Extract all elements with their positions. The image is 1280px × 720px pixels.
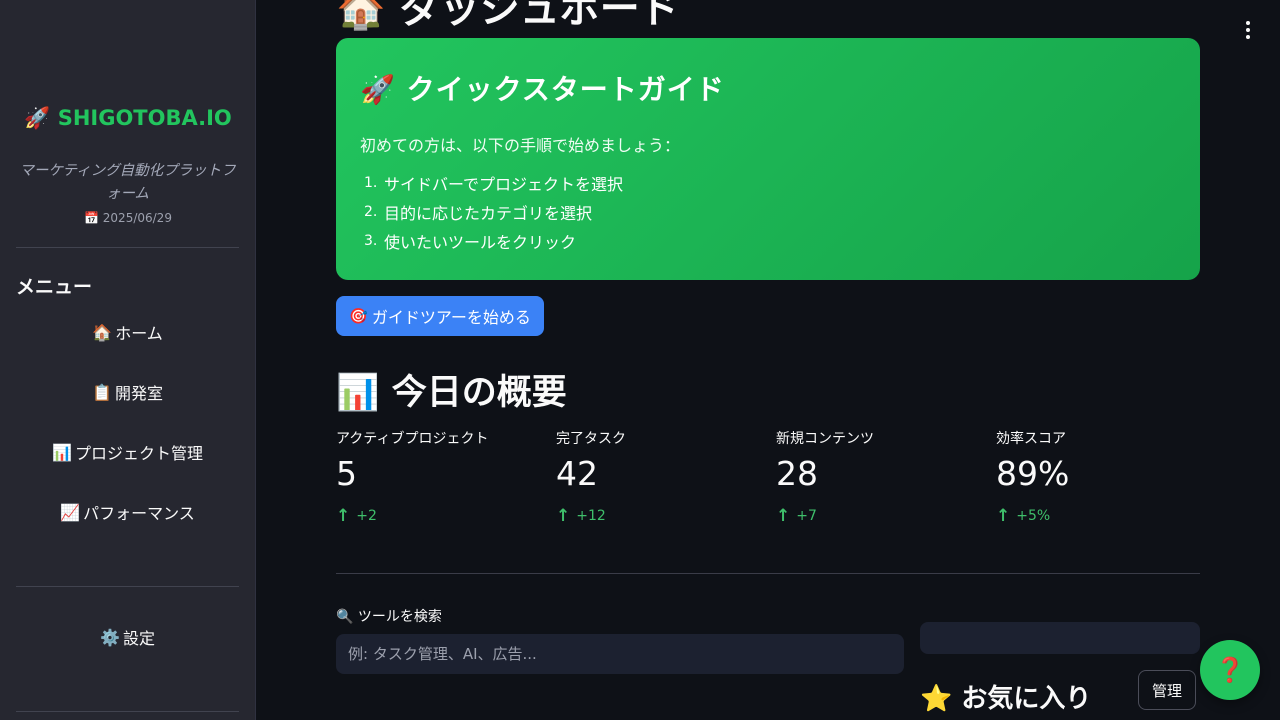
sidebar: 🚀 SHIGOTOBA.IO マーケティング自動化プラットフォーム 📅 2025… [0, 0, 256, 720]
bar-chart-icon: 📊 [52, 442, 72, 462]
sidebar-item-dev-room[interactable]: 📋 開発室 [16, 372, 239, 412]
brand-tagline: マーケティング自動化プラットフォーム [19, 163, 236, 202]
sidebar-item-label: 開発室 [114, 384, 163, 403]
start-guide-tour-button[interactable]: 🎯 ガイドツアーを始める [336, 296, 544, 336]
sidebar-divider [16, 711, 239, 712]
metric-completed-tasks: 完了タスク 42 ↑ +12 [556, 431, 626, 526]
clipboard-icon: 📋 [92, 382, 112, 402]
search-label: 🔍 ツールを検索 [336, 609, 442, 625]
sidebar-divider [16, 586, 239, 587]
sidebar-item-label: ホーム [115, 324, 163, 343]
current-date: 📅 2025/06/29 [84, 211, 172, 225]
manage-button[interactable]: 管理 [1138, 670, 1196, 710]
quick-start-guide: 🚀 クイックスタートガイド 初めての方は、以下の手順で始めましょう： 1. サイド… [336, 38, 1200, 280]
trend-chart-icon: 📈 [60, 502, 81, 522]
guide-steps: 1. サイドバーでプロジェクトを選択 2. 目的に応じたカテゴリを選択 3. 使いたい… [360, 168, 1176, 255]
arrow-up-icon: ↑ [556, 506, 571, 526]
arrow-up-icon: ↑ [336, 506, 351, 526]
arrow-up-icon: ↑ [776, 506, 791, 526]
guide-step: 1. サイドバーでプロジェクトを選択 [364, 174, 624, 194]
sidebar-item-project-management[interactable]: 📊 プロジェクト管理 [16, 432, 239, 472]
favorites-title: ⭐ お気に入り [920, 684, 1092, 714]
guide-intro: 初めての方は、以下の手順で始めましょう： [360, 136, 681, 155]
guide-step: 2. 目的に応じたカテゴリを選択 [364, 203, 593, 223]
question-icon: ❓ [1215, 656, 1245, 684]
main-content: 🏠 ダッシュボード 🚀 クイックスタートガイド 初めての方は、以下の手順で始めま… [256, 0, 1280, 720]
tool-search-input[interactable] [336, 634, 904, 674]
sidebar-item-label: 設定 [122, 629, 155, 648]
sidebar-item-label: パフォーマンス [83, 504, 195, 523]
guide-step: 3. 使いたいツールをクリック [364, 232, 577, 252]
metric-efficiency-score: 効率スコア 89% ↑ +5% [996, 431, 1070, 526]
metric-active-projects: アクティブプロジェクト 5 ↑ +2 [336, 431, 489, 526]
sidebar-divider [16, 247, 239, 248]
gear-icon: ⚙️ [100, 627, 120, 647]
sidebar-item-settings[interactable]: ⚙️ 設定 [16, 617, 239, 657]
menu-title: メニュー [16, 276, 93, 298]
arrow-up-icon: ↑ [996, 506, 1011, 526]
house-icon: 🏠 [92, 322, 113, 342]
page-title: 🏠 ダッシュボード [336, 0, 680, 32]
overview-title: 📊 今日の概要 [336, 373, 567, 413]
sidebar-item-performance[interactable]: 📈 パフォーマンス [16, 492, 239, 532]
section-divider [336, 573, 1200, 574]
filter-select[interactable] [920, 622, 1200, 654]
more-options-icon[interactable] [1238, 18, 1258, 42]
sidebar-item-label: プロジェクト管理 [74, 444, 203, 463]
metric-new-content: 新規コンテンツ 28 ↑ +7 [776, 431, 874, 526]
guide-title: 🚀 クイックスタートガイド [360, 73, 725, 106]
target-icon: 🎯 [349, 307, 368, 325]
brand-logo: 🚀 SHIGOTOBA.IO [24, 106, 232, 130]
help-button[interactable]: ❓ [1200, 640, 1260, 700]
sidebar-item-home[interactable]: 🏠 ホーム [16, 312, 239, 352]
